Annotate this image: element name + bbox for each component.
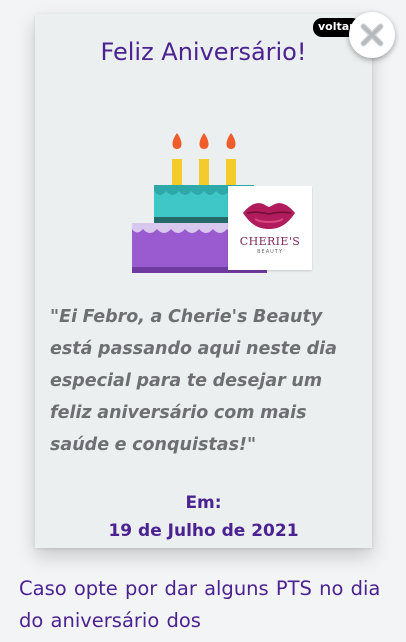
date-label: Em: — [185, 493, 222, 513]
lips-icon — [243, 203, 295, 229]
close-button[interactable] — [349, 12, 395, 58]
close-icon — [360, 23, 384, 47]
cheries-beauty-logo: CHERIE'S BEAUTY — [228, 186, 312, 270]
card-title: Feliz Aniversário! — [100, 38, 307, 66]
birthday-message: "Ei Febro, a Cherie's Beauty está passan… — [50, 307, 337, 455]
logo-name: CHERIE'S — [239, 235, 301, 248]
date-value: 19 de Julho de 2021 — [108, 521, 299, 541]
birthday-card: Feliz Aniversário! CHERIE'S BEAUTY "Ei F… — [35, 14, 372, 548]
logo-subtitle: BEAUTY — [257, 249, 283, 255]
footer-text: Caso opte por dar alguns PTS no dia do a… — [19, 577, 381, 632]
